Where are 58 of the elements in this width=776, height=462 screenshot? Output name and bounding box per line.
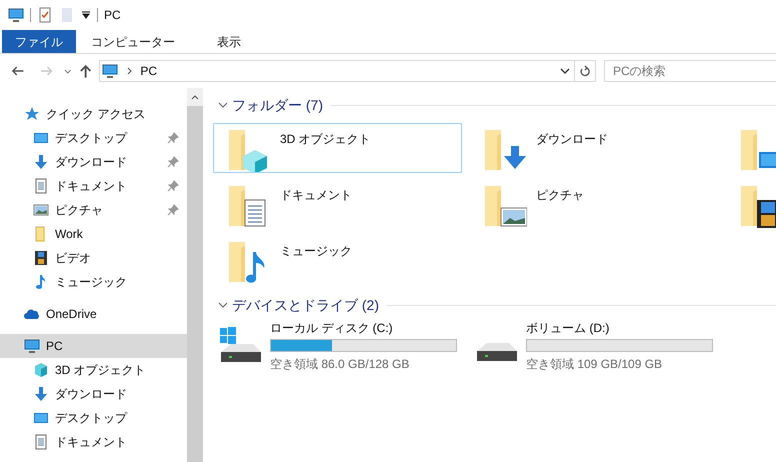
up-arrow-icon[interactable]	[78, 63, 94, 79]
sidebar-item[interactable]: Work	[0, 222, 187, 246]
ribbon-tab[interactable]: ファイル	[2, 30, 76, 53]
film-icon	[33, 250, 49, 266]
sidebar-item[interactable]: ダウンロード	[0, 382, 187, 406]
folder-tile[interactable]: 3D オブジェクト	[213, 123, 462, 173]
sidebar-item[interactable]: デスクトップ	[0, 406, 187, 430]
drive-tile[interactable]: ローカル ディスク (C:) 空き領域 86.0 GB/128 GB	[213, 319, 469, 373]
refresh-button[interactable]	[574, 60, 596, 82]
sidebar-item[interactable]: デスクトップ	[0, 126, 187, 150]
sidebar-item[interactable]: ミュージック	[0, 270, 187, 294]
address-text: PC	[140, 63, 158, 80]
address-bar[interactable]: PC	[99, 60, 575, 82]
document-icon	[33, 434, 49, 450]
computer-icon	[102, 63, 118, 79]
chevron-down-icon[interactable]	[560, 66, 570, 76]
down-arrow-icon	[33, 386, 49, 402]
sidebar-item[interactable]: ダウンロード	[0, 150, 187, 174]
section-heading: フォルダー (7)	[232, 96, 323, 115]
sidebar-item[interactable]: クイック アクセス	[0, 102, 187, 126]
folder-tile[interactable]: ドキュメント	[213, 179, 462, 229]
scrollbar[interactable]	[187, 88, 203, 462]
free-space-text: 空き領域 86.0 GB/128 GB	[270, 356, 410, 373]
window-title: PC	[104, 7, 121, 24]
sidebar-item[interactable]: 3D オブジェクト	[0, 358, 187, 382]
pin-icon[interactable]	[167, 156, 179, 168]
sidebar-item[interactable]: ビデオ	[0, 246, 187, 270]
document-icon	[33, 178, 49, 194]
monitor-icon	[33, 410, 49, 426]
chevron-up-icon[interactable]	[191, 94, 199, 100]
sidebar-item[interactable]: ドキュメント	[0, 430, 187, 454]
refresh-icon	[578, 65, 591, 77]
drive-icon	[475, 341, 519, 363]
picture-icon	[33, 202, 49, 218]
checklist-icon[interactable]	[37, 7, 53, 23]
section-heading: デバイスとドライブ (2)	[232, 296, 379, 315]
star-icon	[24, 106, 40, 122]
sidebar-item[interactable]: ドキュメント	[0, 174, 187, 198]
ribbon-tab[interactable]: コンピューター	[78, 30, 188, 53]
monitor-icon	[33, 130, 49, 146]
search-field[interactable]: PCの検索	[604, 60, 776, 82]
pin-icon[interactable]	[167, 132, 179, 144]
sidebar-item[interactable]: OneDrive	[0, 302, 187, 326]
folder-tile[interactable]: ミュージック	[213, 235, 462, 285]
free-space-text: 空き領域 109 GB/109 GB	[526, 356, 664, 373]
computer-icon	[24, 338, 40, 354]
computer-icon	[8, 7, 24, 23]
sidebar-item[interactable]: PC	[0, 334, 187, 358]
folder-tile[interactable]: ダウンロード	[469, 123, 718, 173]
sidebar-item[interactable]: ピクチャ	[0, 198, 187, 222]
pin-icon[interactable]	[167, 180, 179, 192]
drive-tile[interactable]: ボリューム (D:) 空き領域 109 GB/109 GB	[469, 319, 725, 373]
cube-icon	[33, 362, 49, 378]
pin-icon[interactable]	[167, 204, 179, 216]
dropdown-arrow-icon[interactable]	[81, 10, 91, 20]
down-arrow-icon	[33, 154, 49, 170]
folder-tile[interactable]: ピクチャ	[469, 179, 718, 229]
ribbon-tab[interactable]: 表示	[204, 30, 254, 53]
